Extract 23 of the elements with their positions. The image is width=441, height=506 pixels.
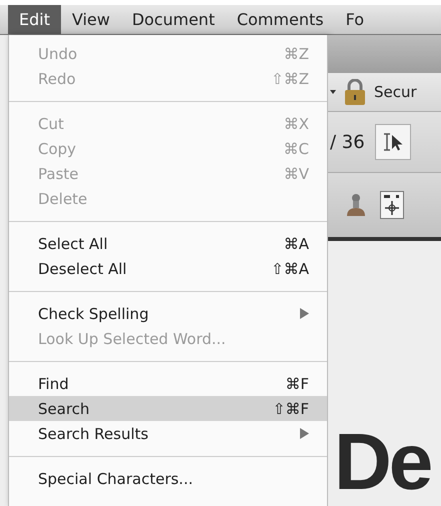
submenu-arrow-icon <box>300 428 309 439</box>
menu-item[interactable]: Search Results <box>9 421 327 446</box>
menu-item[interactable]: Find ⌘F <box>9 371 327 396</box>
security-label[interactable]: Secur <box>374 83 417 101</box>
menu-item[interactable]: Deselect All ⇧⌘A <box>9 256 327 281</box>
menu-bar-item[interactable]: Comments <box>226 5 335 34</box>
menu-item[interactable]: Search ⇧⌘F <box>9 396 327 421</box>
select-tool-button[interactable] <box>374 124 411 160</box>
crosshair-icon[interactable] <box>380 191 404 219</box>
document-heading: De <box>334 422 430 502</box>
menu-bar-item[interactable]: Edit <box>8 5 61 34</box>
menu-item[interactable]: Check Spelling <box>9 301 327 326</box>
menu-bar-item[interactable]: Document <box>120 5 226 34</box>
stamp-icon[interactable] <box>346 192 366 218</box>
menu-bar-item[interactable]: Fo <box>334 5 375 34</box>
submenu-arrow-icon <box>300 308 309 319</box>
text-cursor-arrow-icon <box>382 133 404 151</box>
menu-item[interactable]: Special Characters... <box>9 466 327 491</box>
menu-item[interactable]: Select All ⌘A <box>9 231 327 256</box>
dropdown-caret-icon[interactable] <box>330 90 336 94</box>
page-count: / 36 <box>330 132 365 152</box>
lock-icon[interactable] <box>344 79 366 105</box>
menu-bar-item[interactable]: View <box>60 5 121 34</box>
